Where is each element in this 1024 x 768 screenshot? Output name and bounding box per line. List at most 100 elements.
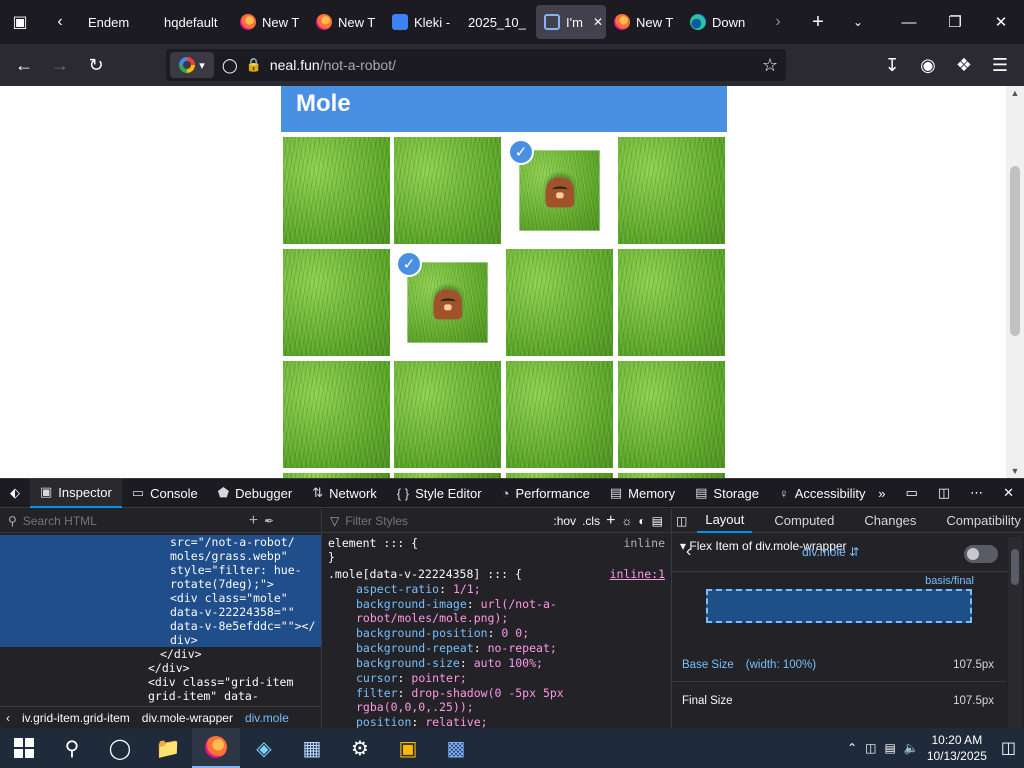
css-value[interactable]: auto 100%;	[474, 656, 543, 670]
scroll-up-icon[interactable]: ▲	[1009, 88, 1021, 98]
firefox-icon[interactable]	[192, 728, 240, 768]
selected-markup-line[interactable]: <div class="mole"	[0, 591, 321, 605]
css-value[interactable]: pointer;	[411, 671, 466, 685]
search-engine-button[interactable]: ▾	[170, 52, 214, 78]
back-icon[interactable]: ←	[6, 49, 42, 81]
tray-icon[interactable]: ◫	[865, 741, 876, 755]
tab-computed[interactable]: Computed	[766, 509, 842, 533]
print-media-icon[interactable]: ▤	[652, 514, 663, 528]
css-declaration[interactable]: background-image: url(/not-a-robot/moles…	[328, 597, 665, 625]
devtools-options-icon[interactable]: ⋯	[960, 479, 993, 508]
hover-toggle[interactable]: :hov	[553, 514, 576, 528]
mole-icon[interactable]	[545, 177, 574, 207]
tab-accessibility[interactable]: ♀ Accessibility	[769, 479, 876, 508]
tab[interactable]: Endem	[80, 5, 156, 39]
css-declaration[interactable]: background-position: 0 0;	[328, 626, 665, 640]
tab-debugger[interactable]: ⬟ Debugger	[208, 479, 302, 508]
app-icon[interactable]: ▦	[288, 728, 336, 768]
breadcrumb-item[interactable]: div.mole	[245, 711, 289, 725]
css-declaration[interactable]: position: relative;	[328, 715, 665, 728]
css-property[interactable]: filter	[356, 686, 398, 700]
toggle-sidebar-icon[interactable]: ◫	[676, 514, 687, 528]
selected-markup-line[interactable]: data-v-8e5efddc=""></	[0, 619, 321, 633]
tab[interactable]: New T	[232, 5, 308, 39]
css-value[interactable]: no-repeat;	[488, 641, 557, 655]
volume-icon[interactable]: 🔈	[904, 741, 919, 755]
menu-icon[interactable]: ☰	[982, 49, 1018, 81]
tab-compatibility[interactable]: Compatibility	[938, 509, 1024, 533]
css-property[interactable]: aspect-ratio	[356, 582, 439, 596]
reload-icon[interactable]: ↻	[78, 49, 114, 81]
scroll-tabs-right-icon[interactable]: ›	[758, 0, 798, 44]
dark-mode-icon[interactable]: ◐	[638, 514, 645, 528]
grass-tile[interactable]	[618, 361, 725, 468]
css-declaration[interactable]: filter: drop-shadow(0 -5px 5px rgba(0,0,…	[328, 686, 665, 714]
minimize-icon[interactable]: —	[886, 0, 932, 44]
grass-tile[interactable]	[283, 137, 390, 244]
grass-tile[interactable]	[506, 361, 613, 468]
dock-side-icon[interactable]: ◫	[928, 479, 960, 508]
settings-icon[interactable]: ⚙	[336, 728, 384, 768]
grass-tile[interactable]	[618, 249, 725, 356]
tab-network[interactable]: ⇅ Network	[302, 479, 387, 508]
css-property[interactable]: background-repeat	[356, 641, 474, 655]
markup-line[interactable]: </div>	[0, 647, 321, 661]
tab-storage[interactable]: ▤ Storage	[685, 479, 769, 508]
scroll-thumb[interactable]	[1010, 166, 1020, 336]
css-declaration[interactable]: aspect-ratio: 1/1;	[328, 582, 665, 596]
app-icon[interactable]: ▩	[432, 728, 480, 768]
new-tab-icon[interactable]: +	[798, 0, 838, 44]
close-window-icon[interactable]: ✕	[978, 0, 1024, 44]
element-picker-icon[interactable]: ⬖	[0, 479, 30, 508]
layout-scrollbar[interactable]	[1008, 537, 1022, 728]
mole-rule-source[interactable]: inline:1	[610, 567, 665, 581]
tab-changes[interactable]: Changes	[856, 509, 924, 533]
css-property[interactable]: background-image	[356, 597, 467, 611]
url-bar[interactable]: ▾ ◯ 🔒 neal.fun/not-a-robot/ ☆	[166, 49, 786, 81]
file-explorer-icon[interactable]: 📁	[144, 728, 192, 768]
class-toggle[interactable]: .cls	[582, 514, 600, 528]
mole-icon[interactable]	[433, 289, 462, 319]
extensions-icon[interactable]: ❖	[946, 49, 982, 81]
tab-inspector[interactable]: ▣ Inspector	[30, 478, 122, 508]
selected-markup-line[interactable]: data-v-22224358=""	[0, 605, 321, 619]
more-tools-icon[interactable]: »	[868, 479, 895, 508]
task-view-icon[interactable]: ◯	[96, 728, 144, 768]
tracking-shield-icon[interactable]: ◯	[222, 57, 238, 74]
tab-console[interactable]: ▭ Console	[122, 479, 208, 508]
element-select[interactable]: div.mole ⇵	[802, 545, 859, 559]
grass-tile[interactable]	[519, 150, 600, 231]
back-icon[interactable]: ‹	[686, 543, 691, 561]
filter-styles-input[interactable]	[345, 513, 506, 528]
css-value[interactable]: 1/1;	[453, 582, 481, 596]
breadcrumb-item[interactable]: iv.grid-item.grid-item	[22, 711, 130, 725]
grass-tile[interactable]	[506, 249, 613, 356]
search-icon[interactable]: ⚲	[48, 728, 96, 768]
tab-performance[interactable]: ◔ Performance	[492, 479, 600, 508]
maximize-icon[interactable]: ❐	[932, 0, 978, 44]
scroll-down-icon[interactable]: ▼	[1009, 466, 1021, 476]
list-all-tabs-icon[interactable]: ⌄	[838, 0, 878, 44]
grass-tile[interactable]	[394, 361, 501, 468]
search-html-input[interactable]	[22, 513, 243, 528]
scroll-tabs-left-icon[interactable]: ‹	[40, 0, 80, 44]
css-property[interactable]: background-position	[356, 626, 488, 640]
tab[interactable]: Down	[682, 5, 758, 39]
add-node-icon[interactable]: +	[249, 512, 258, 530]
markup-line[interactable]: grid-item" data-	[0, 689, 321, 703]
markup-line[interactable]: src="/not-a-robot/	[0, 535, 321, 549]
tab-style-editor[interactable]: { } Style Editor	[387, 479, 492, 508]
network-icon[interactable]: ▤	[885, 741, 896, 755]
close-devtools-icon[interactable]: ✕	[993, 479, 1024, 508]
css-property[interactable]: cursor	[356, 671, 398, 685]
breadcrumb-scroll-left-icon[interactable]: ‹	[6, 711, 10, 725]
markup-line[interactable]: rotate(7deg);">	[0, 577, 321, 591]
markup-line[interactable]: moles/grass.webp"	[0, 549, 321, 563]
css-property[interactable]: background-size	[356, 656, 460, 670]
css-value[interactable]: 0 0;	[501, 626, 529, 640]
light-mode-icon[interactable]: ☼	[621, 514, 632, 528]
grass-tile[interactable]	[394, 137, 501, 244]
tab[interactable]: New T	[606, 5, 682, 39]
windows-start-icon[interactable]	[0, 728, 48, 768]
bookmark-star-icon[interactable]: ☆	[762, 55, 778, 76]
